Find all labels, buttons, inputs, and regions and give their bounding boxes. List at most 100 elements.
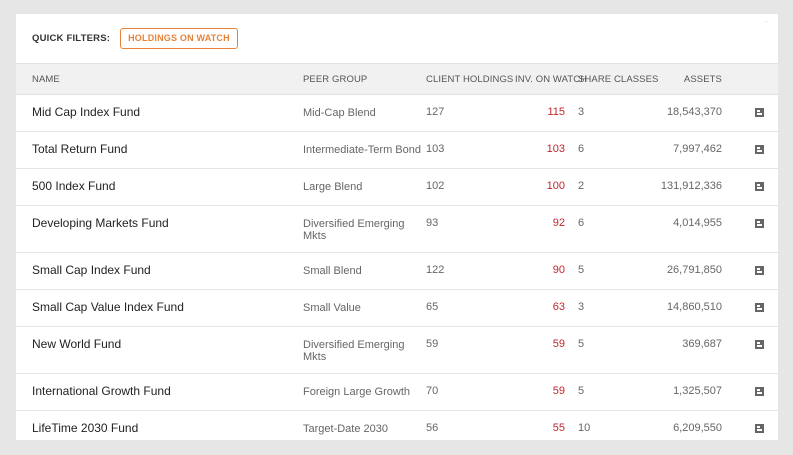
fund-name[interactable]: LifeTime 2030 Fund <box>32 411 303 440</box>
report-icon[interactable] <box>754 266 764 275</box>
table-row[interactable]: Developing Markets Fund Diversified Emerg… <box>16 205 778 253</box>
fund-name-cell[interactable]: Total Return Fund <box>16 131 303 169</box>
column-header-inv-on-watch[interactable]: INV. ON WATCH <box>515 63 587 95</box>
actions-cell <box>722 326 778 374</box>
assets-cell: 7,997,462 <box>634 131 722 169</box>
fund-name[interactable]: Total Return Fund <box>32 132 303 167</box>
assets: 131,912,336 <box>660 180 722 192</box>
assets: 4,014,955 <box>673 217 722 229</box>
peer-group-cell: Foreign Large Growth <box>303 373 426 411</box>
column-header-client-holdings[interactable]: CLIENT HOLDINGS <box>426 63 515 95</box>
fund-name-cell[interactable]: New World Fund <box>16 326 303 374</box>
peer-group-cell: Small Blend <box>303 252 426 290</box>
client-holdings-cell: 65 <box>426 289 515 327</box>
actions-cell <box>722 131 778 169</box>
share-classes-cell: 2 <box>578 168 634 206</box>
inv-on-watch-cell: 100 <box>515 168 578 206</box>
table-row[interactable]: LifeTime 2030 Fund Target-Date 2030 56 55 10… <box>16 410 778 440</box>
share-classes-cell: 5 <box>578 252 634 290</box>
table-row[interactable]: Total Return Fund Intermediate-Term Bond 1… <box>16 131 778 169</box>
peer-group-cell: Target-Date 2030 <box>303 410 426 440</box>
inv-on-watch: 92 <box>552 217 565 229</box>
table-row[interactable]: 500 Index Fund Large Blend 102 100 2 131,912,… <box>16 168 778 206</box>
inv-on-watch: 90 <box>552 264 565 276</box>
report-icon[interactable] <box>754 303 764 312</box>
client-holdings: 103 <box>426 143 445 155</box>
inv-on-watch-cell: 115 <box>515 94 578 132</box>
holdings-on-watch-filter-button[interactable]: HOLDINGS ON WATCH <box>120 28 238 49</box>
fund-name-cell[interactable]: Small Cap Value Index Fund <box>16 289 303 327</box>
share-classes: 3 <box>578 301 585 313</box>
fund-name[interactable]: Mid Cap Index Fund <box>32 95 303 130</box>
inv-on-watch: 59 <box>552 338 565 350</box>
fund-name-cell[interactable]: International Growth Fund <box>16 373 303 411</box>
inv-on-watch: 103 <box>546 143 565 155</box>
fund-name-cell[interactable]: LifeTime 2030 Fund <box>16 410 303 440</box>
share-classes: 3 <box>578 106 585 118</box>
inv-on-watch-cell: 103 <box>515 131 578 169</box>
share-classes-cell: 5 <box>578 326 634 374</box>
table-row[interactable]: New World Fund Diversified Emerging Mkts 5… <box>16 326 778 374</box>
assets-cell: 1,325,507 <box>634 373 722 411</box>
client-holdings-cell: 102 <box>426 168 515 206</box>
fund-name-cell[interactable]: Developing Markets Fund <box>16 205 303 253</box>
fund-name[interactable]: Small Cap Index Fund <box>32 253 303 288</box>
inv-on-watch: 55 <box>552 422 565 434</box>
share-classes-cell: 6 <box>578 131 634 169</box>
client-holdings-cell: 59 <box>426 326 515 374</box>
fund-name[interactable]: 500 Index Fund <box>32 169 303 204</box>
fund-name[interactable]: Developing Markets Fund <box>32 206 303 241</box>
column-header-peer-group[interactable]: PEER GROUP <box>303 63 426 95</box>
holdings-panel: QUICK FILTERS: HOLDINGS ON WATCH NAME PE… <box>16 14 778 440</box>
assets-cell: 26,791,850 <box>634 252 722 290</box>
fund-name-cell[interactable]: Mid Cap Index Fund <box>16 94 303 132</box>
peer-group: Mid-Cap Blend <box>303 107 376 119</box>
column-header-name[interactable]: NAME <box>16 63 303 95</box>
assets: 14,860,510 <box>666 301 722 313</box>
client-holdings-cell: 56 <box>426 410 515 440</box>
share-classes-cell: 5 <box>578 373 634 411</box>
client-holdings: 56 <box>426 422 439 434</box>
peer-group: Diversified Emerging Mkts <box>303 339 405 363</box>
holdings-table: NAME PEER GROUP CLIENT HOLDINGS INV. ON … <box>16 63 778 440</box>
assets-cell: 369,687 <box>634 326 722 374</box>
fund-name-cell[interactable]: 500 Index Fund <box>16 168 303 206</box>
share-classes-cell: 3 <box>578 289 634 327</box>
peer-group: Intermediate-Term Bond <box>303 144 421 156</box>
table-row[interactable]: Mid Cap Index Fund Mid-Cap Blend 127 115 3 18… <box>16 94 778 132</box>
share-classes-cell: 10 <box>578 410 634 440</box>
report-icon[interactable] <box>754 182 764 191</box>
fund-name[interactable]: Small Cap Value Index Fund <box>32 290 303 325</box>
peer-group: Target-Date 2030 <box>303 423 388 435</box>
peer-group: Diversified Emerging Mkts <box>303 218 405 242</box>
report-icon[interactable] <box>754 340 764 349</box>
fund-name[interactable]: New World Fund <box>32 327 303 362</box>
assets: 369,687 <box>682 338 722 350</box>
inv-on-watch-cell: 59 <box>515 326 578 374</box>
report-icon[interactable] <box>754 387 764 396</box>
peer-group-cell: Diversified Emerging Mkts <box>303 205 426 253</box>
actions-cell <box>722 252 778 290</box>
report-icon[interactable] <box>754 145 764 154</box>
table-header-row: NAME PEER GROUP CLIENT HOLDINGS INV. ON … <box>16 63 778 95</box>
client-holdings-cell: 93 <box>426 205 515 253</box>
share-classes: 2 <box>578 180 585 192</box>
client-holdings: 93 <box>426 217 439 229</box>
fund-name-cell[interactable]: Small Cap Index Fund <box>16 252 303 290</box>
inv-on-watch: 100 <box>546 180 565 192</box>
column-header-share-classes[interactable]: SHARE CLASSES <box>578 63 658 95</box>
client-holdings: 70 <box>426 385 439 397</box>
client-holdings: 65 <box>426 301 439 313</box>
table-row[interactable]: Small Cap Value Index Fund Small Value 65 6… <box>16 289 778 327</box>
report-icon[interactable] <box>754 219 764 228</box>
table-row[interactable]: International Growth Fund Foreign Large G… <box>16 373 778 411</box>
assets-cell: 6,209,550 <box>634 410 722 440</box>
report-icon[interactable] <box>754 108 764 117</box>
client-holdings-cell: 127 <box>426 94 515 132</box>
share-classes: 5 <box>578 338 585 350</box>
assets: 6,209,550 <box>673 422 722 434</box>
report-icon[interactable] <box>754 424 764 433</box>
client-holdings: 127 <box>426 106 445 118</box>
fund-name[interactable]: International Growth Fund <box>32 374 303 409</box>
table-row[interactable]: Small Cap Index Fund Small Blend 122 90 5 26,… <box>16 252 778 290</box>
